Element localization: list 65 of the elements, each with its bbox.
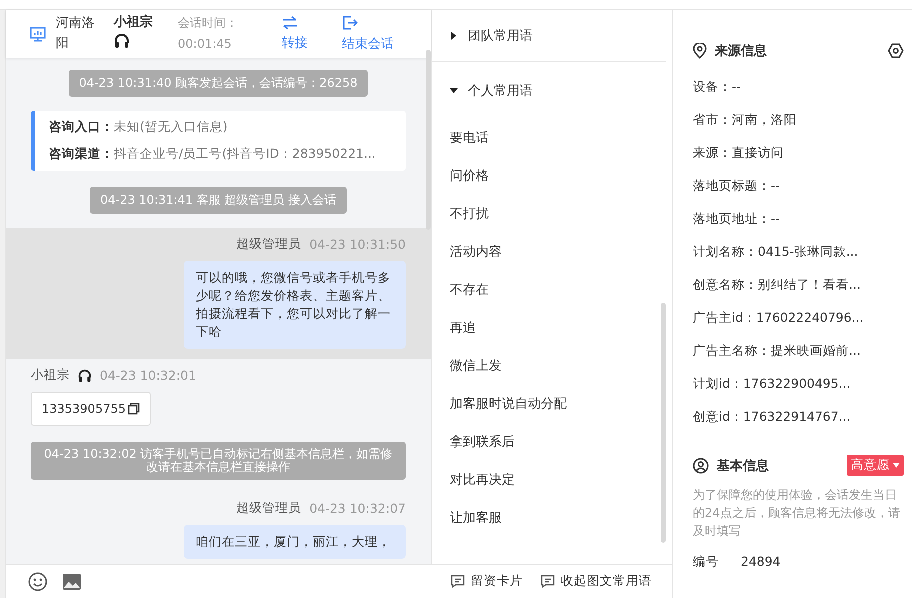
swap-icon xyxy=(282,16,298,30)
toolbar-button[interactable]: 收起图文常用语 xyxy=(541,573,652,590)
headset-icon xyxy=(78,368,92,382)
caret-down-icon xyxy=(893,463,900,468)
phrase-item[interactable]: 再追 xyxy=(432,310,672,348)
info-field: 省市：河南，洛阳 xyxy=(693,103,904,136)
field-label: 编号 xyxy=(693,554,719,571)
intent-dropdown[interactable]: 高意愿 xyxy=(847,455,904,476)
info-field: 创意id：176322914767... xyxy=(693,400,904,433)
exit-icon xyxy=(342,15,358,31)
visitor-location: 河南洛阳 xyxy=(56,15,96,53)
toolbar-button[interactable]: 留资卡片 xyxy=(451,573,523,590)
settings-icon[interactable] xyxy=(888,43,904,59)
message-icon xyxy=(541,575,555,588)
location-pin-icon xyxy=(693,43,707,59)
info-field: 落地页地址：-- xyxy=(693,202,904,235)
info-field: 来源：直接访问 xyxy=(693,136,904,169)
info-field: 创意名称：别纠结了！看看... xyxy=(693,268,904,301)
info-field: 广告主名称：提米映画婚前... xyxy=(693,334,904,367)
phrase-item[interactable]: 问价格 xyxy=(432,158,672,196)
system-message: 04-23 10:31:41 客服 超级管理员 接入会话 xyxy=(90,187,347,214)
phrase-item[interactable]: 活动内容 xyxy=(432,234,672,272)
info-field: 广告主id：176022240796... xyxy=(693,301,904,334)
message-time: 04-23 10:32:01 xyxy=(100,368,196,383)
message-icon xyxy=(451,575,465,588)
phrase-item[interactable]: 让加客服 xyxy=(432,500,672,538)
message-time: 04-23 10:31:50 xyxy=(310,237,406,252)
visitor-name: 小祖宗 xyxy=(114,12,164,56)
transfer-button[interactable]: 转接 xyxy=(282,16,308,52)
field-value: 24894 xyxy=(741,554,781,571)
phrase-item[interactable]: 对比再决定 xyxy=(432,462,672,500)
headset-icon xyxy=(114,32,130,48)
info-field: 落地页标题：-- xyxy=(693,169,904,202)
notice-text: 为了保障您的使用体验，会话发生当日的24点之后，顾客信息将无法修改，请及时填写 xyxy=(693,487,902,540)
system-notice: 04-23 10:32:02 访客手机号已自动标记右侧基本信息栏，如需修改请在基本信息栏直接操作 xyxy=(31,442,406,480)
session-duration: 会话时间： 00:01:45 xyxy=(178,15,239,53)
info-row-text: 咨询入口：未知(暂无入口信息) xyxy=(49,119,229,136)
phrase-item[interactable]: 不打扰 xyxy=(432,196,672,234)
section-title: 来源信息 xyxy=(715,43,768,60)
info-field: 计划名称：0415-张琳同款... xyxy=(693,235,904,268)
sender-name: 超级管理员 xyxy=(236,500,302,517)
caret-right-icon xyxy=(450,32,458,40)
sender-name: 小祖宗 xyxy=(31,367,70,384)
monitor-icon xyxy=(30,26,46,42)
phrase-item[interactable]: 拿到联系后 xyxy=(432,424,672,462)
info-row-text: 咨询渠道：抖音企业号/员工号(抖音号ID：283950221... xyxy=(49,146,377,163)
system-message: 04-23 10:31:40 顾客发起会话，会话编号：26258 xyxy=(69,70,368,97)
phone-number: 13353905755 xyxy=(42,402,126,416)
sender-name: 超级管理员 xyxy=(236,236,302,253)
phrase-item[interactable]: 不存在 xyxy=(432,272,672,310)
phrase-item[interactable]: 要电话 xyxy=(432,120,672,158)
phrase-item[interactable]: 微信上发 xyxy=(432,348,672,386)
info-field: 计划id：176322900495... xyxy=(693,367,904,400)
section-title: 基本信息 xyxy=(717,458,770,474)
user-icon xyxy=(693,458,709,474)
copy-icon[interactable] xyxy=(128,403,140,415)
phrase-item[interactable]: 加客服时说自动分配 xyxy=(432,386,672,424)
end-session-button[interactable]: 结束会话 xyxy=(342,15,394,53)
image-icon[interactable] xyxy=(62,572,82,590)
message-bubble: 可以的哦，您微信号或者手机号多少呢？给您发价格表、主题客片、拍摄流程看下，您可以对比了解一下哈 xyxy=(184,261,406,349)
message-bubble: 咱们在三亚，厦门，丽江，大理， xyxy=(184,525,406,559)
caret-down-icon xyxy=(450,87,458,95)
emoji-icon[interactable] xyxy=(28,572,48,592)
info-field: 设备：-- xyxy=(693,70,904,103)
message-time: 04-23 10:32:07 xyxy=(310,501,406,516)
